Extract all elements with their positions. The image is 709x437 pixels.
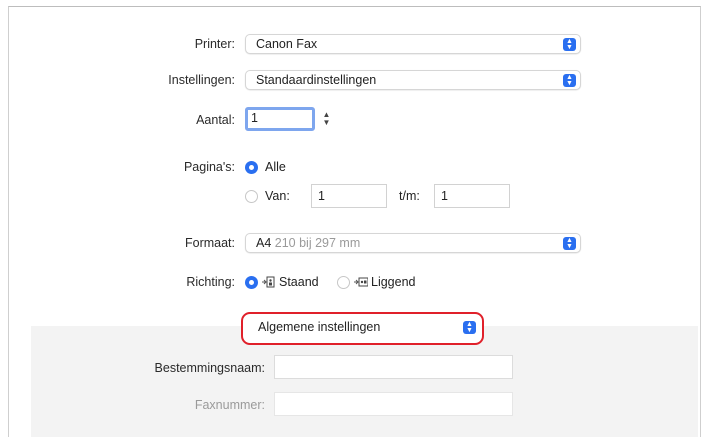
- pages-range-radio[interactable]: [245, 190, 258, 203]
- destination-label: Bestemmingsnaam:: [154, 361, 265, 375]
- settings-popup[interactable]: Standaardinstellingen ▲ ▼: [245, 70, 581, 90]
- format-size: A4: [256, 236, 272, 250]
- format-label: Formaat:: [184, 236, 235, 250]
- landscape-orientation-icon: [354, 277, 368, 287]
- section-popup-value: Algemene instellingen: [258, 320, 381, 334]
- section-popup[interactable]: Algemene instellingen ▲ ▼: [247, 318, 478, 338]
- fax-field[interactable]: [274, 392, 513, 416]
- updown-chevron-icon: ▲ ▼: [563, 237, 576, 250]
- pages-to-value: 1: [441, 189, 448, 203]
- pages-to-label: t/m:: [399, 189, 420, 203]
- pages-from-field[interactable]: 1: [311, 184, 387, 208]
- updown-chevron-icon: ▲ ▼: [463, 321, 476, 334]
- format-popup[interactable]: A4 210 bij 297 mm ▲ ▼: [245, 233, 581, 253]
- pages-from-value: 1: [318, 189, 325, 203]
- portrait-orientation-icon: [262, 276, 275, 288]
- printer-popup[interactable]: Canon Fax ▲ ▼: [245, 34, 581, 54]
- settings-value: Standaardinstellingen: [256, 73, 377, 87]
- pages-all-radio[interactable]: [245, 161, 258, 174]
- printer-value: Canon Fax: [256, 37, 318, 51]
- pages-to-field[interactable]: 1: [434, 184, 510, 208]
- settings-label: Instellingen:: [168, 73, 235, 87]
- printer-label: Printer:: [194, 37, 235, 51]
- portrait-label: Staand: [279, 275, 319, 289]
- landscape-label: Liggend: [371, 275, 416, 289]
- copies-field[interactable]: 1: [245, 107, 315, 131]
- copies-stepper[interactable]: ▲ ▼: [321, 111, 332, 131]
- print-dialog: Printer: Canon Fax ▲ ▼ Instellingen: Stan…: [8, 6, 701, 437]
- pages-all-label: Alle: [265, 160, 286, 174]
- fax-label: Faxnummer:: [194, 398, 265, 412]
- orientation-label: Richting:: [186, 275, 235, 289]
- pages-from-label: Van:: [265, 189, 290, 203]
- pages-label: Pagina's:: [183, 160, 235, 174]
- destination-field[interactable]: [274, 355, 513, 379]
- copies-label: Aantal:: [196, 113, 235, 127]
- copies-value: 1: [251, 111, 258, 125]
- format-detail: 210 bij 297 mm: [274, 236, 361, 250]
- updown-chevron-icon: ▲ ▼: [563, 74, 576, 87]
- format-value: A4 210 bij 297 mm: [256, 236, 360, 251]
- updown-chevron-icon: ▲ ▼: [563, 38, 576, 51]
- landscape-radio[interactable]: [337, 276, 350, 289]
- portrait-radio[interactable]: [245, 276, 258, 289]
